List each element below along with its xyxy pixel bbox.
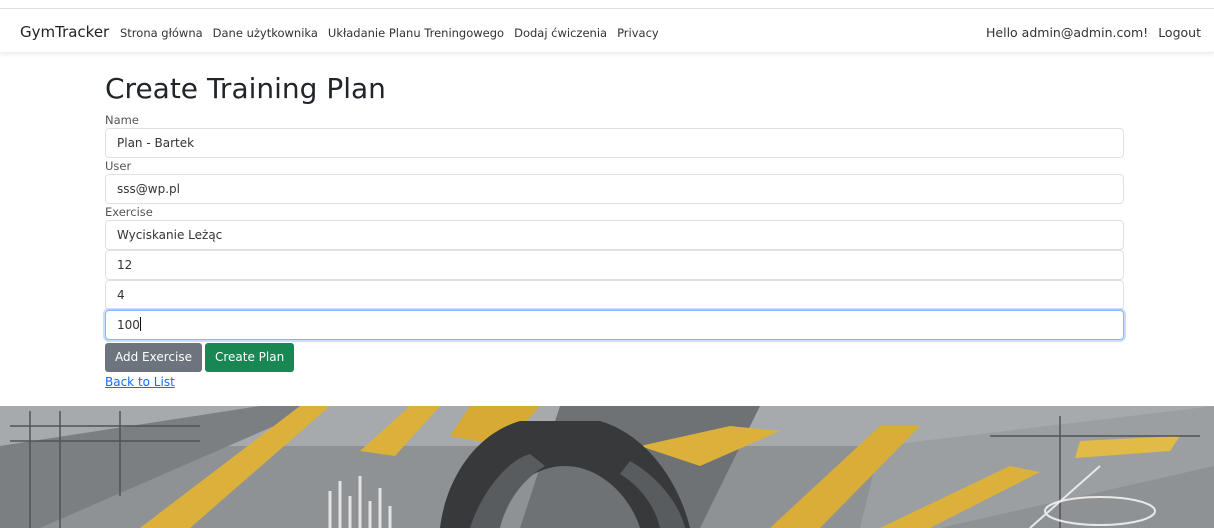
weight-input[interactable]: 100	[105, 310, 1124, 340]
weight-input-value: 100	[117, 318, 140, 332]
name-input-value: Plan - Bartek	[117, 136, 195, 150]
nav-link-plan-builder[interactable]: Układanie Planu Treningowego	[328, 26, 504, 40]
gym-banner-image	[0, 406, 1214, 528]
user-select[interactable]: sss@wp.pl	[105, 174, 1124, 204]
nav-link-privacy[interactable]: Privacy	[617, 26, 659, 40]
navbar: GymTracker Strona główna Dane użytkownik…	[0, 9, 1214, 53]
reps-input-value: 12	[117, 258, 133, 272]
user-select-value: sss@wp.pl	[117, 182, 180, 196]
user-greeting-link[interactable]: Hello admin@admin.com!	[986, 25, 1148, 40]
back-to-list-link[interactable]: Back to List	[105, 375, 1124, 389]
nav-link-user-data[interactable]: Dane użytkownika	[213, 26, 318, 40]
form-buttons: Add Exercise Create Plan	[105, 343, 1124, 372]
exercise-select-value: Wyciskanie Leżąc	[117, 228, 223, 242]
exercise-select[interactable]: Wyciskanie Leżąc	[105, 220, 1124, 250]
page-title: Create Training Plan	[105, 72, 386, 105]
create-plan-button[interactable]: Create Plan	[204, 343, 295, 372]
brand-link[interactable]: GymTracker	[20, 23, 109, 41]
main-content: Create Training Plan Name Plan - Bartek …	[105, 70, 1124, 389]
name-label: Name	[105, 113, 139, 127]
user-label: User	[105, 159, 132, 173]
exercise-label: Exercise	[105, 205, 153, 219]
nav-link-home[interactable]: Strona główna	[120, 26, 203, 40]
nav-user-area: Hello admin@admin.com! Logout	[986, 25, 1201, 40]
name-input[interactable]: Plan - Bartek	[105, 128, 1124, 158]
nav-links: Strona główna Dane użytkownika Układanie…	[120, 26, 659, 40]
reps-input[interactable]: 12	[105, 250, 1124, 280]
logout-link[interactable]: Logout	[1158, 25, 1201, 40]
sets-input[interactable]: 4	[105, 280, 1124, 310]
text-caret	[139, 317, 141, 331]
nav-link-add-exercises[interactable]: Dodaj ćwiczenia	[514, 26, 607, 40]
sets-input-value: 4	[117, 288, 125, 302]
add-exercise-button[interactable]: Add Exercise	[105, 343, 202, 372]
